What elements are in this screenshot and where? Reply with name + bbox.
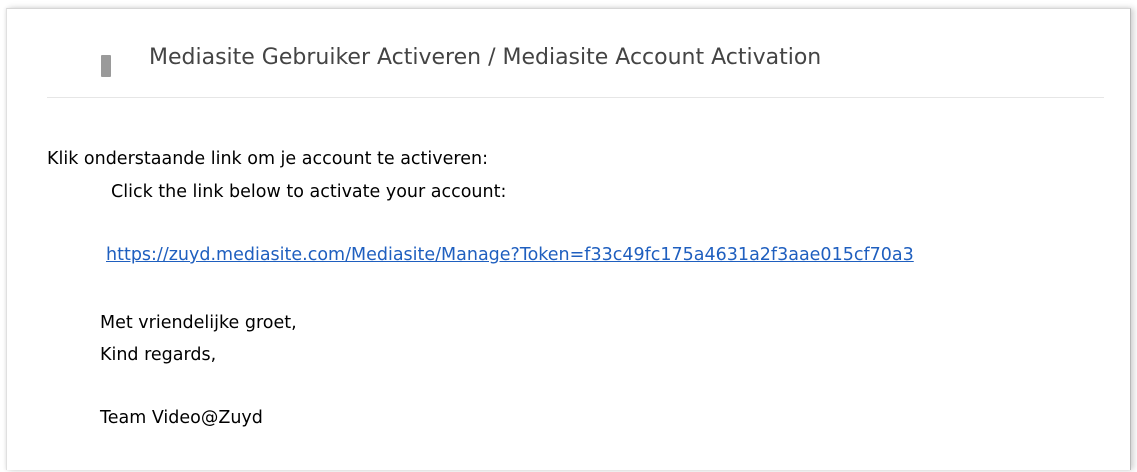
- activation-link[interactable]: https://zuyd.mediasite.com/Mediasite/Man…: [106, 245, 914, 265]
- greeting-english: Kind regards,: [100, 345, 217, 365]
- intro-text-dutch: Klik onderstaande link om je account te …: [47, 149, 488, 169]
- subject-marker-icon: [101, 55, 111, 77]
- email-subject: Mediasite Gebruiker Activeren / Mediasit…: [149, 45, 822, 70]
- greeting-dutch: Met vriendelijke groet,: [100, 313, 297, 333]
- intro-text-english: Click the link below to activate your ac…: [111, 182, 507, 202]
- signature: Team Video@Zuyd: [100, 408, 263, 428]
- email-card: [6, 8, 1131, 470]
- header-divider: [47, 97, 1104, 98]
